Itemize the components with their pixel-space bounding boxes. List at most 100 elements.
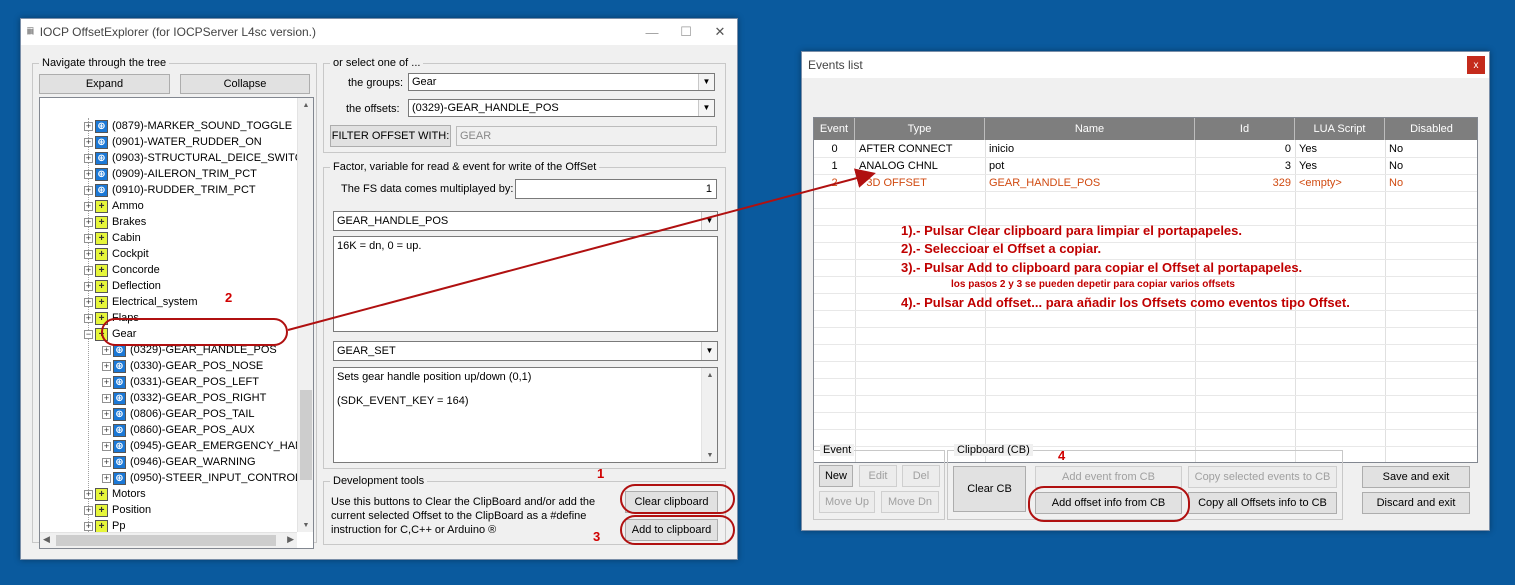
filter-offset-button[interactable]: FILTER OFFSET WITH: — [330, 125, 451, 147]
chevron-down-icon[interactable]: ▼ — [698, 74, 714, 90]
expand-icon[interactable]: + — [84, 137, 93, 147]
expand-icon[interactable]: + — [102, 361, 111, 371]
offsets-combo[interactable]: (0329)-GEAR_HANDLE_POS ▼ — [408, 99, 715, 117]
expand-icon[interactable]: + — [102, 377, 111, 387]
expand-icon[interactable]: + — [84, 505, 93, 515]
events-table[interactable]: Event Type Name Id LUA Script Disabled 0 AFTER… — [813, 117, 1478, 463]
chevron-down-icon[interactable]: ▼ — [698, 100, 714, 116]
tree-horizontal-scrollbar[interactable]: ◀ ▶ — [40, 532, 297, 548]
expand-icon[interactable]: + — [102, 441, 111, 451]
tree-item[interactable]: + + Deflection — [84, 278, 161, 294]
chevron-down-icon[interactable]: ▼ — [701, 212, 717, 230]
column-header[interactable]: LUA Script — [1295, 118, 1385, 140]
tree-item[interactable]: + ⊕ (0806)-GEAR_POS_TAIL — [102, 406, 255, 422]
scroll-up-icon[interactable]: ▲ — [298, 98, 313, 112]
groups-combo[interactable]: Gear ▼ — [408, 73, 715, 91]
move-up-button[interactable]: Move Up — [819, 491, 875, 513]
discard-and-exit-button[interactable]: Discard and exit — [1362, 492, 1470, 514]
event-description[interactable]: Sets gear handle position up/down (0,1) … — [333, 367, 718, 463]
tree-hscroll-thumb[interactable] — [56, 535, 276, 546]
filter-input[interactable]: GEAR — [456, 126, 717, 146]
expand-icon[interactable]: + — [84, 265, 93, 275]
tree-item[interactable]: + ⊕ (0946)-GEAR_WARNING — [102, 454, 256, 470]
scroll-up-icon[interactable]: ▲ — [702, 368, 717, 382]
expand-icon[interactable]: + — [102, 457, 111, 467]
event-combo[interactable]: GEAR_SET ▼ — [333, 341, 718, 361]
collapse-button[interactable]: Collapse — [180, 74, 310, 94]
expand-icon[interactable]: + — [84, 201, 93, 211]
expand-icon[interactable]: + — [102, 425, 111, 435]
column-header[interactable]: Type — [855, 118, 985, 140]
expand-icon[interactable]: + — [84, 169, 93, 179]
expand-button[interactable]: Expand — [39, 74, 170, 94]
expand-icon[interactable]: + — [84, 217, 93, 227]
copy-selected-events-button[interactable]: Copy selected events to CB — [1188, 466, 1337, 488]
edit-event-button[interactable]: Edit — [859, 465, 897, 487]
add-event-from-cb-button[interactable]: Add event from CB — [1035, 466, 1182, 488]
copy-all-offsets-button[interactable]: Copy all Offsets info to CB — [1188, 492, 1337, 514]
table-row[interactable]: 2 P3D OFFSET GEAR_HANDLE_POS 329 <empty> No — [814, 175, 1477, 191]
new-event-button[interactable]: New — [819, 465, 853, 487]
tree-item[interactable]: + + Ammo — [84, 198, 144, 214]
column-header[interactable]: Name — [985, 118, 1195, 140]
expand-icon[interactable]: + — [84, 313, 93, 323]
table-row[interactable]: 0 AFTER CONNECT inicio 0 Yes No — [814, 141, 1477, 157]
delete-event-button[interactable]: Del — [902, 465, 940, 487]
expand-icon[interactable]: + — [84, 297, 93, 307]
tree-item[interactable]: + + Position — [84, 502, 151, 518]
expand-icon[interactable]: + — [84, 521, 93, 531]
expand-icon[interactable]: + — [84, 121, 93, 131]
event-desc-scrollbar[interactable]: ▲ ▼ — [701, 368, 717, 462]
events-list-titlebar[interactable]: Events list x — [802, 52, 1489, 78]
tree-item[interactable]: + ⊕ (0860)-GEAR_POS_AUX — [102, 422, 255, 438]
chevron-down-icon[interactable]: ▼ — [701, 342, 717, 360]
tree-item[interactable]: + ⊕ (0910)-RUDDER_TRIM_PCT — [84, 182, 256, 198]
expand-icon[interactable]: + — [84, 185, 93, 195]
expand-icon[interactable]: + — [102, 409, 111, 419]
tree-item[interactable]: + + Concorde — [84, 262, 160, 278]
tree-item[interactable]: + ⊕ (0330)-GEAR_POS_NOSE — [102, 358, 263, 374]
expand-icon[interactable]: + — [102, 345, 111, 355]
tree-item[interactable]: + ⊕ (0331)-GEAR_POS_LEFT — [102, 374, 259, 390]
expand-icon[interactable]: + — [102, 473, 111, 483]
tree-scroll-thumb[interactable] — [300, 390, 312, 480]
expand-icon[interactable]: + — [84, 249, 93, 259]
tree-item[interactable]: + ⊕ (0950)-STEER_INPUT_CONTROL — [102, 470, 301, 486]
column-header[interactable]: Event — [814, 118, 855, 140]
expand-icon[interactable]: + — [84, 233, 93, 243]
tree-item[interactable]: + + Electrical_system — [84, 294, 198, 310]
column-header[interactable]: Disabled — [1385, 118, 1477, 140]
tree-item[interactable]: + ⊕ (0332)-GEAR_POS_RIGHT — [102, 390, 266, 406]
tree-item[interactable]: + + Cabin — [84, 230, 141, 246]
tree-item[interactable]: + ⊕ (0945)-GEAR_EMERGENCY_HANDLE — [102, 438, 313, 454]
tree-item[interactable]: + ⊕ (0901)-WATER_RUDDER_ON — [84, 134, 262, 150]
tree-item[interactable]: + + Cockpit — [84, 246, 149, 262]
expand-icon[interactable]: + — [84, 153, 93, 163]
expand-icon[interactable]: + — [84, 281, 93, 291]
scroll-down-icon[interactable]: ▼ — [702, 448, 717, 462]
save-and-exit-button[interactable]: Save and exit — [1362, 466, 1470, 488]
tree-item[interactable]: + ⊕ (0909)-AILERON_TRIM_PCT — [84, 166, 257, 182]
scroll-left-icon[interactable]: ◀ — [43, 534, 50, 545]
column-header[interactable]: Id — [1195, 118, 1295, 140]
collapse-icon[interactable]: − — [84, 329, 93, 339]
expand-icon[interactable]: + — [84, 489, 93, 499]
tree-item[interactable]: + + Motors — [84, 486, 146, 502]
scroll-right-icon[interactable]: ▶ — [287, 534, 294, 545]
variable-description[interactable]: 16K = dn, 0 = up. — [333, 236, 718, 332]
minimize-icon[interactable]: — — [635, 19, 669, 45]
tree-item[interactable]: + + Brakes — [84, 214, 146, 230]
maximize-icon[interactable]: ☐ — [669, 19, 703, 45]
move-down-button[interactable]: Move Dn — [881, 491, 939, 513]
close-icon[interactable]: ✕ — [703, 19, 737, 45]
variable-combo[interactable]: GEAR_HANDLE_POS ▼ — [333, 211, 718, 231]
offset-explorer-titlebar[interactable]: 𝄜 IOCP OffsetExplorer (for IOCPServer L4… — [21, 19, 737, 45]
expand-icon[interactable]: + — [102, 393, 111, 403]
close-icon[interactable]: x — [1467, 56, 1485, 74]
tree-vertical-scrollbar[interactable]: ▲ ▼ — [297, 98, 313, 532]
table-row[interactable]: 1 ANALOG CHNL pot 3 Yes No — [814, 158, 1477, 174]
scroll-down-icon[interactable]: ▼ — [298, 518, 313, 532]
tree-item[interactable]: + ⊕ (0879)-MARKER_SOUND_TOGGLE — [84, 118, 292, 134]
tree-item[interactable]: + ⊕ (0903)-STRUCTURAL_DEICE_SWITCH — [84, 150, 311, 166]
clear-cb-button[interactable]: Clear CB — [953, 466, 1026, 512]
